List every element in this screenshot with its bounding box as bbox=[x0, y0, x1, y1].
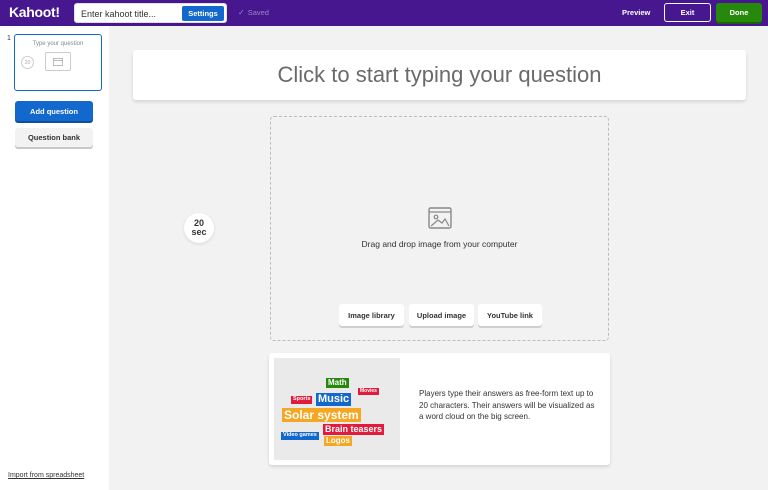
settings-button[interactable]: Settings bbox=[182, 6, 224, 21]
saved-label: Saved bbox=[247, 8, 269, 17]
image-icon bbox=[428, 207, 452, 229]
cloud-word: Solar system bbox=[282, 408, 361, 422]
word-cloud-illustration: Math Movies Sports Music Solar system Br… bbox=[274, 358, 400, 460]
image-placeholder-icon bbox=[45, 52, 71, 71]
question-title-placeholder: Click to start typing your question bbox=[277, 62, 602, 87]
youtube-link-button[interactable]: YouTube link bbox=[478, 304, 542, 326]
done-button[interactable]: Done bbox=[716, 3, 762, 22]
import-from-spreadsheet-link[interactable]: Import from spreadsheet bbox=[8, 472, 84, 479]
time-limit-selector[interactable]: 20 sec bbox=[184, 213, 214, 243]
cloud-word: Math bbox=[326, 378, 349, 388]
saved-status: ✓ Saved bbox=[238, 8, 269, 17]
word-cloud-info-card: Math Movies Sports Music Solar system Br… bbox=[269, 353, 610, 465]
word-cloud-description: Players type their answers as free-form … bbox=[419, 389, 595, 421]
title-field[interactable]: Settings bbox=[74, 3, 227, 23]
dropzone-text: Drag and drop image from your computer bbox=[361, 239, 518, 249]
slide-number: 1 bbox=[7, 35, 11, 42]
check-icon: ✓ bbox=[238, 8, 245, 17]
media-dropzone[interactable]: Drag and drop image from your computer I… bbox=[270, 116, 609, 341]
exit-button[interactable]: Exit bbox=[664, 3, 711, 22]
cloud-word: Video games bbox=[281, 432, 319, 440]
slide-thumbnail[interactable]: Type your question 20 bbox=[14, 34, 102, 91]
preview-button[interactable]: Preview bbox=[622, 8, 650, 17]
cloud-word: Sports bbox=[291, 396, 313, 404]
timer-unit: sec bbox=[191, 227, 207, 237]
slide-thumbnail-timer: 20 bbox=[21, 56, 34, 69]
slide-thumbnail-title: Type your question bbox=[32, 41, 84, 47]
cloud-word: Music bbox=[316, 393, 352, 406]
sidebar: 1 Type your question 20 Add question Que… bbox=[0, 26, 109, 490]
question-title-field[interactable]: Click to start typing your question bbox=[133, 50, 746, 100]
image-library-button[interactable]: Image library bbox=[339, 304, 404, 326]
cloud-word: Brain teasers bbox=[323, 424, 385, 435]
upload-image-button[interactable]: Upload image bbox=[409, 304, 474, 326]
title-input[interactable] bbox=[81, 7, 181, 21]
cloud-word: Movies bbox=[358, 388, 379, 395]
question-bank-button[interactable]: Question bank bbox=[15, 128, 93, 147]
add-question-button[interactable]: Add question bbox=[15, 101, 93, 121]
top-bar: Kahoot! Settings ✓ Saved Preview Exit Do… bbox=[0, 0, 768, 26]
cloud-word: Logos bbox=[324, 436, 352, 446]
kahoot-logo[interactable]: Kahoot! bbox=[9, 4, 60, 20]
